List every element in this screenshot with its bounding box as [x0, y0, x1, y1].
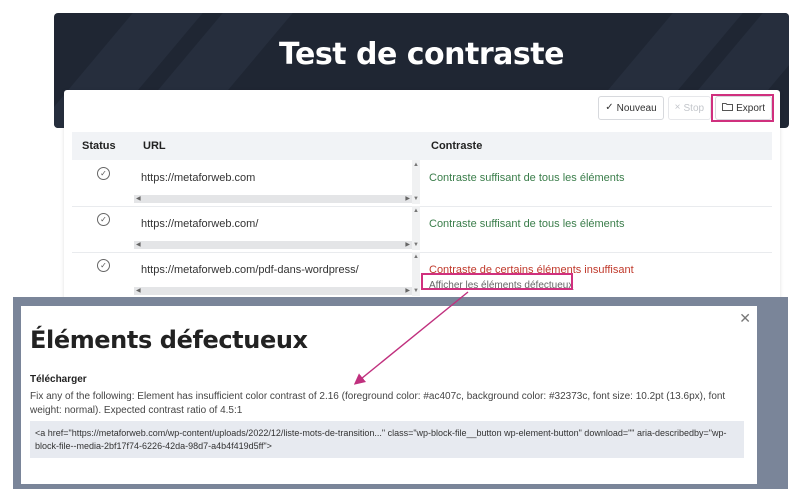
annotation-arrow [353, 291, 469, 385]
